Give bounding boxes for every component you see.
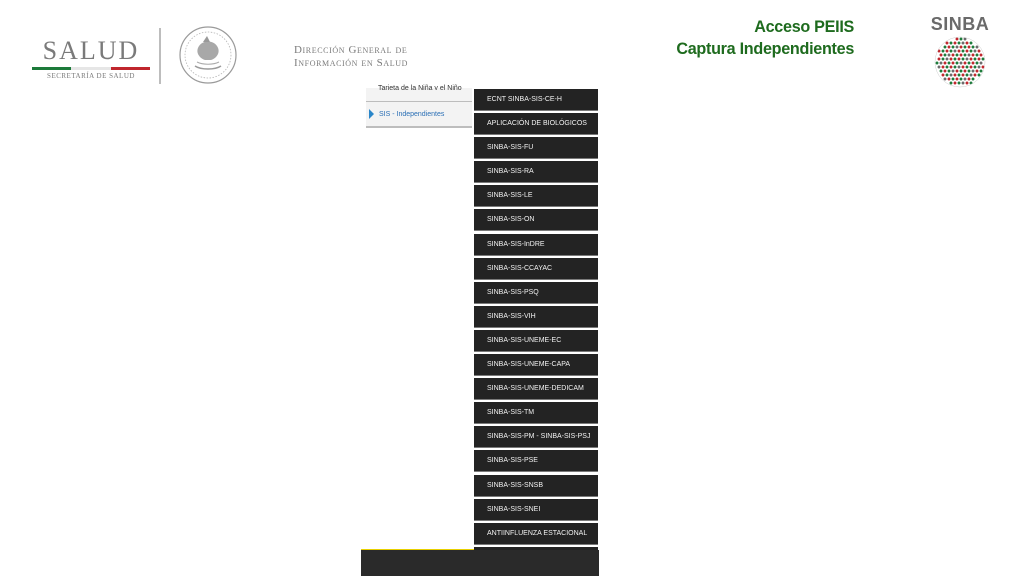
salud-logo: SALUD SECRETARÍA DE SALUD [32, 36, 150, 82]
submenu-item[interactable]: ECNT SINBA-SIS-CE-H [474, 89, 598, 111]
submenu-item[interactable]: SINBA-SIS-VIH [474, 305, 598, 328]
submenu-item[interactable]: SINBA-SIS-UNEME-CAPA [474, 354, 598, 377]
submenu-item[interactable]: SINBA-SIS-PM - SINBA-SIS-PSJ [474, 426, 598, 449]
salud-color-bar [32, 67, 150, 70]
sinba-globe-icon [934, 36, 986, 88]
page-title-line-1: Acceso PEIIS [754, 17, 854, 36]
submenu-item[interactable]: SINBA-SIS-InDRE [474, 233, 598, 256]
bottom-bar [361, 550, 599, 576]
caret-right-icon [369, 109, 374, 119]
sinba-logo: SINBA [926, 14, 994, 94]
submenu-item[interactable]: SINBA-SIS-FU [474, 137, 598, 160]
salud-wordmark: SALUD [42, 36, 140, 65]
page-title-line-2: Captura Independientes [676, 39, 854, 58]
submenu-item[interactable]: SINBA-SIS-SNSB [474, 474, 598, 497]
submenu-item[interactable]: SINBA-SIS-TM [474, 402, 598, 425]
page-title: Acceso PEIIS Captura Independientes [667, 16, 854, 60]
submenu-item[interactable]: SINBA-SIS-UNEME-EC [474, 329, 598, 352]
menu-divider [366, 101, 472, 102]
menu-divider [366, 126, 472, 128]
submenu-item[interactable]: ANTIINFLUENZA ESTACIONAL [474, 522, 598, 545]
dgis-wordmark: Dirección General de Información en Salu… [294, 44, 408, 70]
side-menu: Tarjeta de la Niña y el Niño SIS - Indep… [366, 85, 472, 128]
submenu-item[interactable]: SINBA-SIS-PSE [474, 450, 598, 473]
dgis-line-1: Dirección General de [294, 44, 408, 56]
submenu-dropdown: ECNT SINBA-SIS-CE-H APLICACIÓN DE BIOLÓGI… [474, 89, 598, 571]
header-divider [159, 28, 161, 84]
coat-of-arms-seal-icon [179, 26, 237, 84]
submenu-item[interactable]: SINBA-SIS-ON [474, 209, 598, 232]
menu-item-clipped[interactable]: Tarjeta de la Niña y el Niño [378, 84, 462, 90]
submenu-item[interactable]: SINBA-SIS-CCAYAC [474, 257, 598, 280]
sinba-wordmark: SINBA [930, 14, 990, 34]
submenu-item[interactable]: SINBA-SIS-RA [474, 161, 598, 184]
submenu-item[interactable]: SINBA-SIS-SNEI [474, 498, 598, 521]
submenu-item[interactable]: APLICACIÓN DE BIOLÓGICOS [474, 113, 598, 136]
dgis-line-2: Información en Salud [294, 57, 408, 69]
menu-item-label: SIS - Independientes [379, 110, 445, 118]
menu-item-sis-independientes[interactable]: SIS - Independientes [366, 103, 472, 125]
submenu-item[interactable]: SINBA-SIS-PSQ [474, 281, 598, 304]
submenu-item[interactable]: SINBA-SIS-LE [474, 185, 598, 208]
submenu-item[interactable]: SINBA-SIS-UNEME-DEDICAM [474, 378, 598, 401]
salud-subtitle: SECRETARÍA DE SALUD [47, 72, 135, 80]
